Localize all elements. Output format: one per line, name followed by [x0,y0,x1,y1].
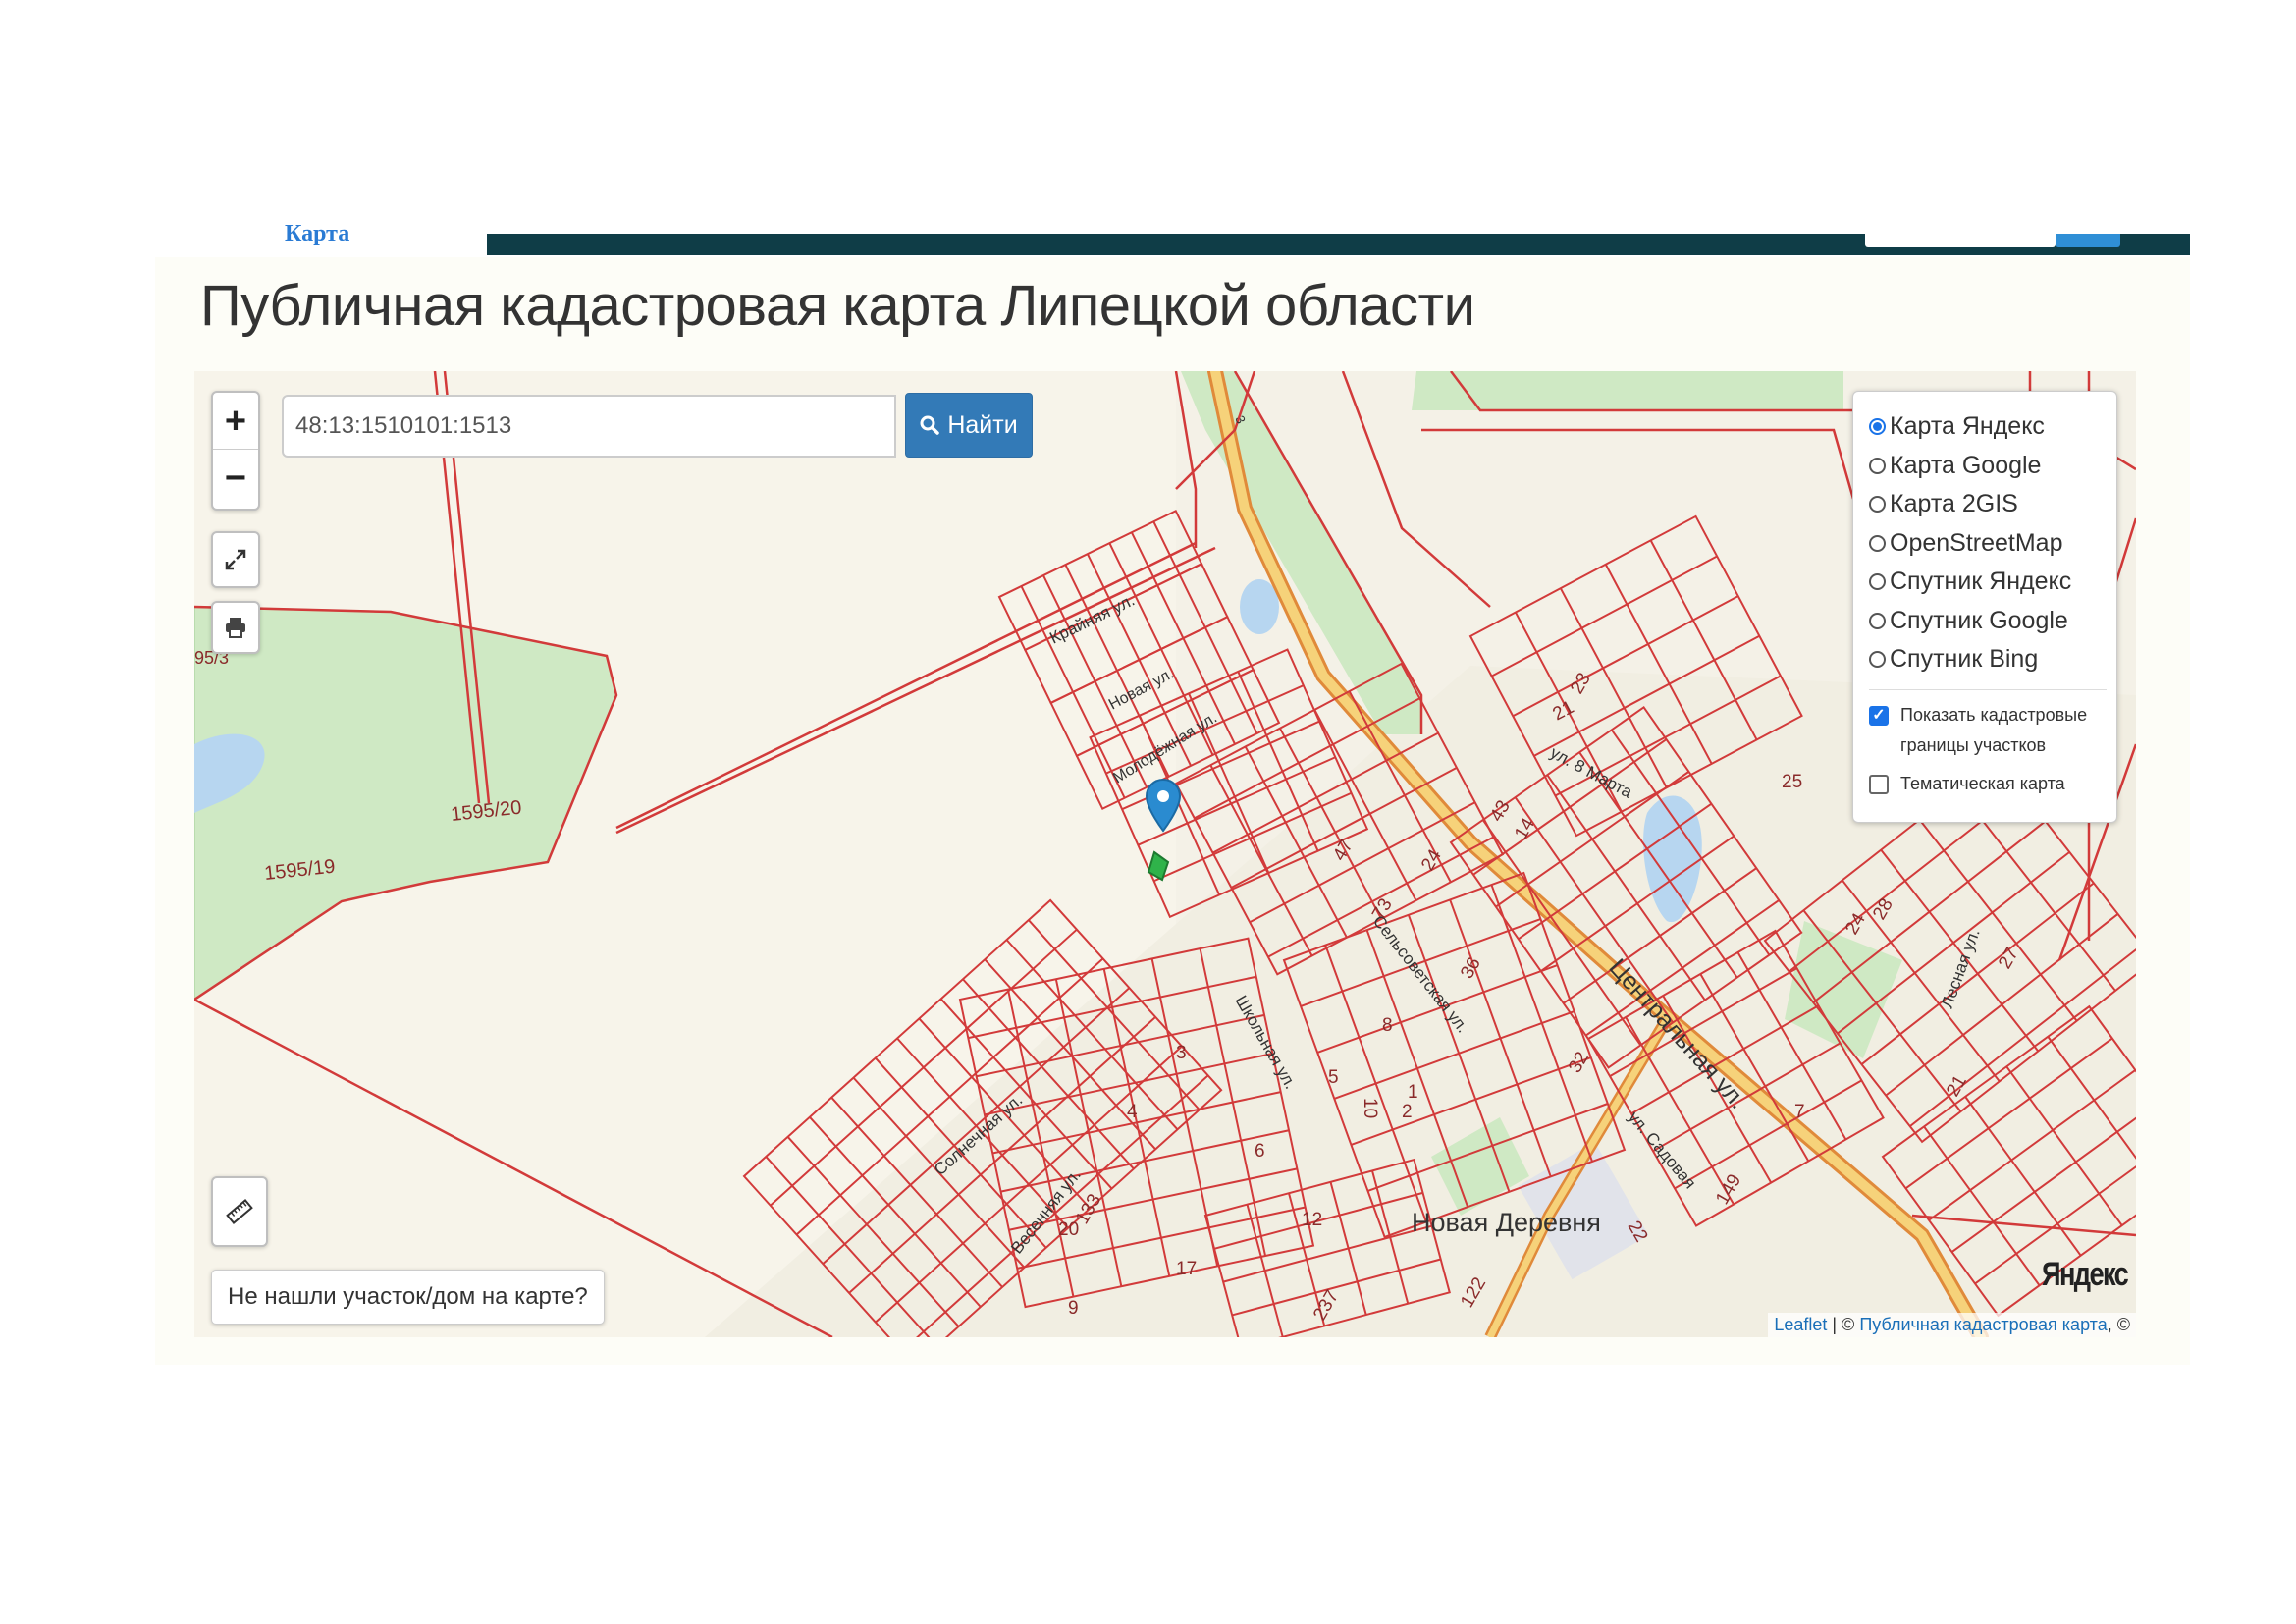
ruler-icon [226,1199,253,1224]
house-number: 8 [1382,1015,1393,1036]
layers-panel: Карта Яндекс Карта Google Карта 2GIS Ope… [1852,391,2117,823]
search-icon [920,415,940,435]
map-basemap[interactable]: 1595/20 1595/19 95/3 Новая Деревня Центр… [194,371,2136,1337]
checkbox-checked[interactable]: ✓ [1869,705,1889,726]
cadastral-map[interactable]: 1595/20 1595/19 95/3 Новая Деревня Центр… [194,371,2136,1337]
zoom-out-button[interactable]: − [213,449,258,506]
layer-option-bing-satellite[interactable]: Спутник Bing [1869,640,2107,679]
page-title: Публичная кадастровая карта Липецкой обл… [200,274,1475,338]
radio[interactable] [1869,573,1886,591]
search-button[interactable]: Найти [905,393,1033,458]
layer-option-yandex-satellite[interactable]: Спутник Яндекс [1869,563,2107,602]
house-number: 1 [1408,1082,1418,1103]
zoom-in-button[interactable]: + [213,393,258,449]
radio[interactable] [1869,496,1886,514]
radio[interactable] [1869,651,1886,669]
house-number: 6 [1255,1141,1265,1162]
not-found-button[interactable]: Не нашли участок/дом на карте? [211,1270,605,1325]
layer-option-yandex-map[interactable]: Карта Яндекс [1869,407,2107,447]
top-nav-label[interactable]: Карта [285,220,349,247]
yandex-logo: Яндекс [2042,1256,2129,1293]
radio[interactable] [1869,534,1886,552]
house-number: 2 [1402,1102,1413,1122]
layer-option-2gis-map[interactable]: Карта 2GIS [1869,485,2107,524]
option-thematic-map[interactable]: Тематическая карта [1869,769,2107,799]
divider [1869,688,2107,690]
house-number: 9 [1068,1298,1079,1319]
map-attribution: Leaflet | © Публичная кадастровая карта,… [1768,1313,2136,1337]
radio[interactable] [1869,612,1886,629]
checkbox[interactable] [1869,774,1889,794]
house-number: 5 [1328,1067,1339,1088]
zoom-control: + − [211,391,260,511]
radio-selected[interactable] [1869,418,1886,436]
house-number: 25 [1782,772,1802,792]
cadastral-number-input[interactable] [282,395,896,458]
search-button-label: Найти [947,410,1018,439]
layer-option-google-map[interactable]: Карта Google [1869,447,2107,486]
top-search-button[interactable] [2056,234,2120,247]
option-cadastral-borders[interactable]: ✓ Показать кадастровые границы участков [1869,700,2107,761]
layer-option-google-satellite[interactable]: Спутник Google [1869,602,2107,641]
fullscreen-button[interactable] [211,531,260,588]
attribution-separator: | © [1827,1315,1860,1334]
house-number: 17 [1176,1259,1197,1279]
house-number: 20 [1058,1219,1079,1240]
leaflet-link[interactable]: Leaflet [1774,1315,1827,1334]
attribution-tail: , © [2107,1315,2130,1334]
house-number: 7 [1794,1102,1805,1122]
house-number: 10 [1360,1098,1380,1118]
print-button[interactable] [211,601,260,654]
top-search-input[interactable] [1865,234,2056,247]
house-number: 4 [1127,1102,1138,1122]
pkk-link[interactable]: Публичная кадастровая карта [1859,1315,2107,1334]
measure-button[interactable] [211,1176,268,1247]
village-label: Новая Деревня [1412,1208,1601,1237]
house-number: 3 [1176,1043,1187,1063]
layer-option-openstreetmap[interactable]: OpenStreetMap [1869,524,2107,564]
location-marker-icon[interactable] [1145,778,1182,833]
expand-icon [225,549,246,570]
printer-icon [226,618,245,638]
house-number: 12 [1302,1210,1322,1230]
radio[interactable] [1869,457,1886,474]
